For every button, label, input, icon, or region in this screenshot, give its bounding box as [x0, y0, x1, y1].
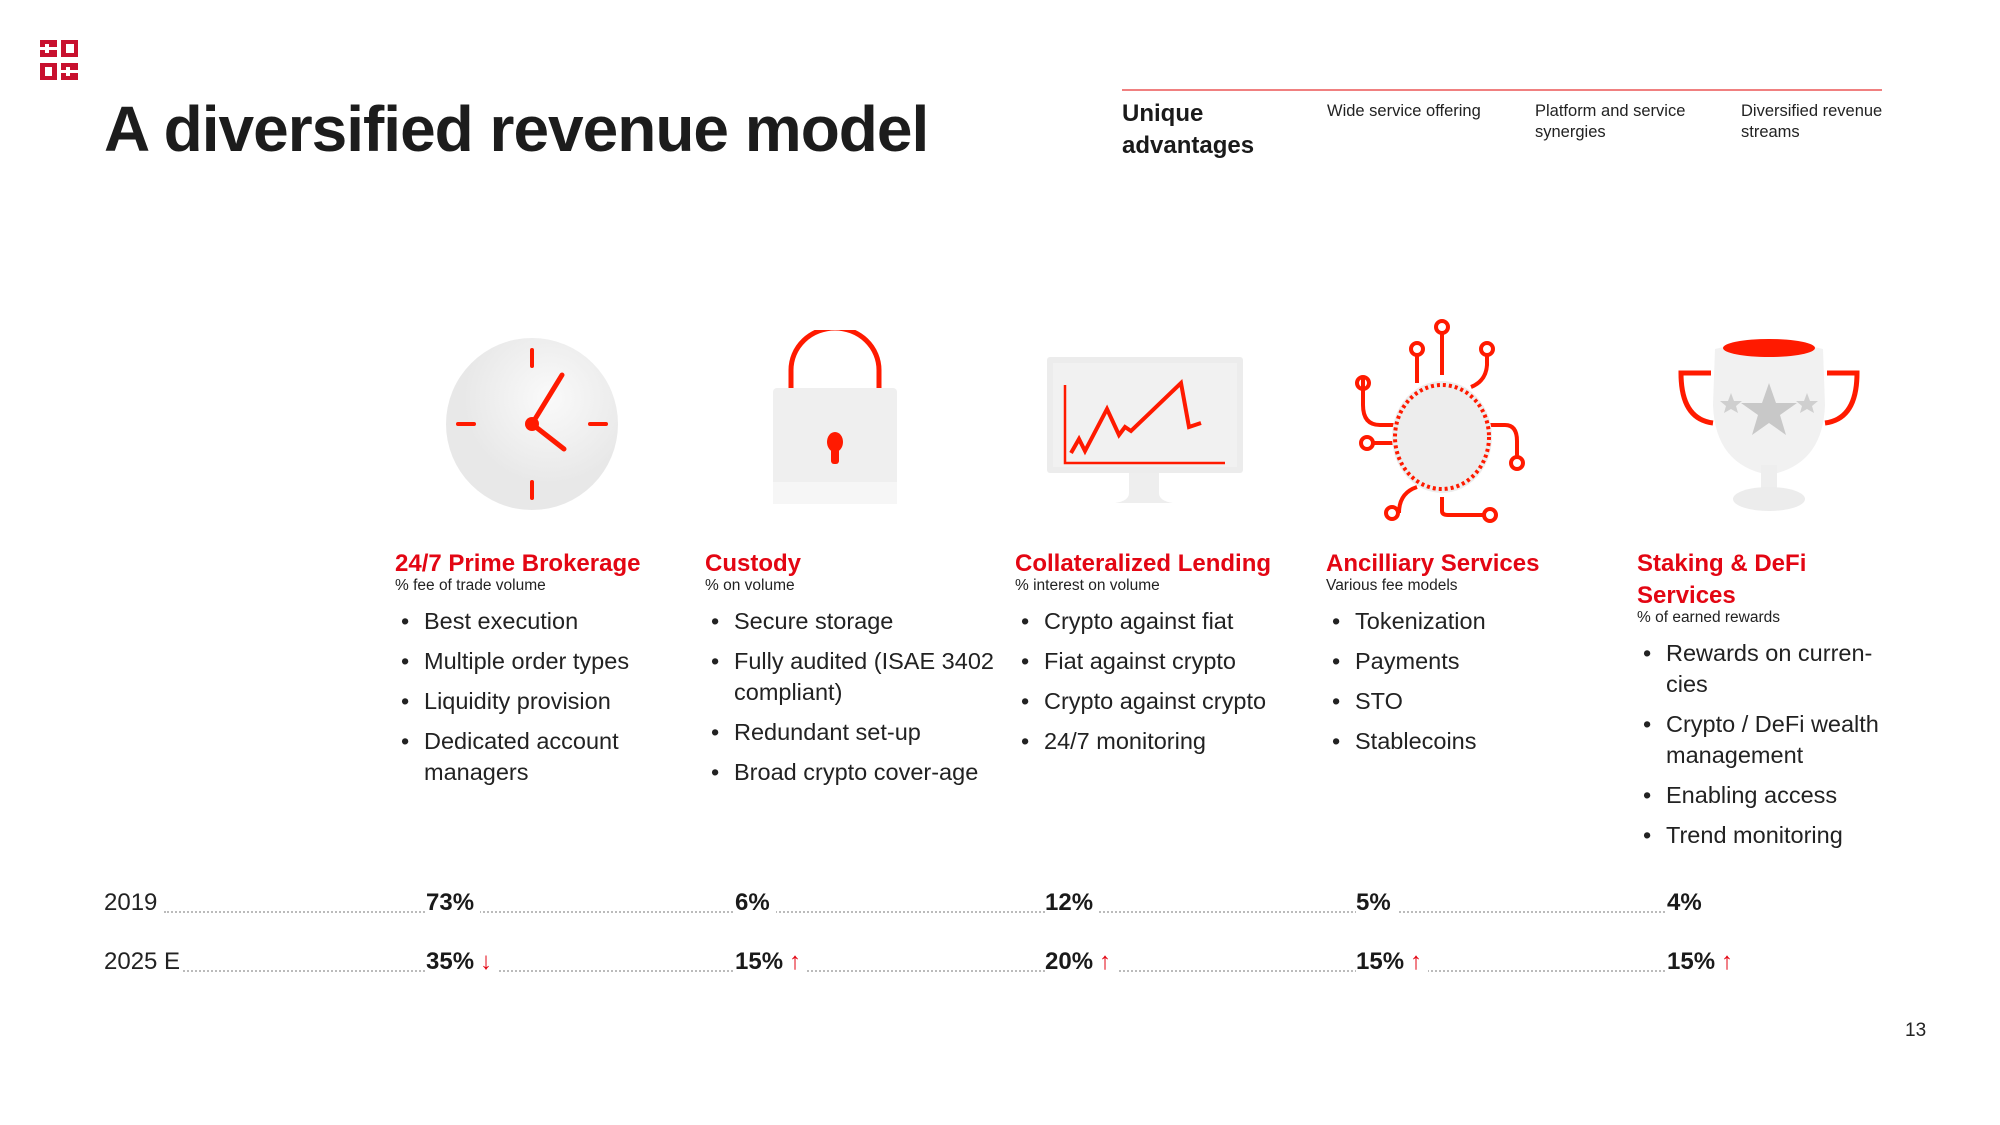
service-fee-model: % on volume — [705, 577, 795, 594]
service-bullets: Best execution Multiple order types Liqu… — [395, 606, 685, 788]
service-title: Custody — [705, 550, 801, 577]
row-value: 35% ↓ — [426, 946, 499, 978]
bullet-item: Rewards on curren-cies — [1637, 638, 1907, 700]
advantage-item: Platform and service synergies — [1535, 102, 1686, 141]
row-label: 2019 — [104, 887, 161, 919]
circuit-chip-icon — [1355, 319, 1525, 523]
dotted-leader — [164, 911, 1684, 913]
bullet-item: Stablecoins — [1326, 726, 1616, 757]
service-title: 24/7 Prime Brokerage — [395, 550, 641, 577]
page-title: A diversified revenue model — [104, 93, 929, 165]
value-text: 15% — [1667, 948, 1719, 975]
bullet-item: Secure storage — [705, 606, 995, 637]
advantage-item: Wide service offering — [1327, 102, 1481, 120]
bullet-item: Best execution — [395, 606, 685, 637]
service-title: Ancilliary Services — [1326, 550, 1540, 577]
bullet-item: Multiple order types — [395, 646, 685, 677]
bullet-item: Liquidity provision — [395, 686, 685, 717]
value-text: 12% — [1045, 889, 1097, 916]
row-value: 4% — [1667, 887, 1708, 919]
bullet-item: Fully audited (ISAE 3402 compliant) — [705, 646, 995, 708]
row-value: 6% — [735, 887, 776, 919]
trend-up-arrow-icon: ↑ — [1721, 948, 1737, 975]
row-value: 15% ↑ — [1667, 946, 1740, 978]
trend-up-arrow-icon: ↑ — [1410, 948, 1426, 975]
value-text: 35% — [426, 948, 478, 975]
service-bullets: Tokenization Payments STO Stablecoins — [1326, 606, 1616, 757]
bullet-item: Trend monitoring — [1637, 820, 1907, 851]
revenue-row-2019: 2019 73% 6% 12% 5% 4% — [104, 887, 1724, 921]
bullet-item: Redundant set-up — [705, 717, 995, 748]
row-label: 2025 E — [104, 946, 184, 978]
value-text: 6% — [735, 889, 773, 916]
trend-up-arrow-icon: ↑ — [1099, 948, 1115, 975]
service-column-staking: Staking & DeFi Services % of earned rewa… — [1637, 548, 1907, 860]
row-value: 20% ↑ — [1045, 946, 1118, 978]
clock-icon — [446, 338, 618, 510]
trend-up-arrow-icon: ↑ — [789, 948, 805, 975]
revenue-row-2025e: 2025 E 35% ↓ 15% ↑ 20% ↑ 15% ↑ 15% ↑ — [104, 946, 1740, 980]
service-fee-model: % fee of trade volume — [395, 577, 546, 594]
advantages-divider — [1122, 89, 1882, 91]
bullet-item: STO — [1326, 686, 1616, 717]
bullet-item: Fiat against crypto — [1015, 646, 1305, 677]
value-text: 73% — [426, 889, 478, 916]
advantages-heading: Unique advantages — [1122, 100, 1255, 159]
lock-icon — [773, 330, 897, 504]
row-value: 15% ↑ — [1356, 946, 1429, 978]
row-value: 5% — [1356, 887, 1397, 919]
bullet-item: Payments — [1326, 646, 1616, 677]
service-title: Staking & DeFi Services — [1637, 550, 1807, 609]
bullet-item: Crypto against fiat — [1015, 606, 1305, 637]
row-value: 12% — [1045, 887, 1100, 919]
trend-down-arrow-icon: ↓ — [480, 948, 496, 975]
bullet-item: Tokenization — [1326, 606, 1616, 637]
row-value: 15% ↑ — [735, 946, 808, 978]
bullet-item: Dedicated account managers — [395, 726, 685, 788]
bullet-item: Crypto against crypto — [1015, 686, 1305, 717]
service-column-ancilliary: Ancilliary Services Various fee models T… — [1326, 548, 1616, 766]
service-bullets: Rewards on curren-cies Crypto / DeFi wea… — [1637, 638, 1907, 851]
row-value: 73% — [426, 887, 481, 919]
service-bullets: Secure storage Fully audited (ISAE 3402 … — [705, 606, 995, 788]
value-text: 4% — [1667, 889, 1705, 916]
value-text: 15% — [735, 948, 787, 975]
bullet-item: Enabling access — [1637, 780, 1907, 811]
trophy-icon — [1678, 339, 1860, 511]
dotted-leader — [164, 970, 1684, 972]
company-logo — [40, 40, 78, 80]
page-number: 13 — [1905, 1020, 1927, 1041]
bullet-item: Crypto / DeFi wealth management — [1637, 709, 1907, 771]
service-column-lending: Collateralized Lending % interest on vol… — [1015, 548, 1305, 766]
value-text: 15% — [1356, 948, 1408, 975]
service-fee-model: % of earned rewards — [1637, 609, 1781, 626]
value-text: 20% — [1045, 948, 1097, 975]
service-title: Collateralized Lending — [1015, 550, 1272, 577]
bullet-item: 24/7 monitoring — [1015, 726, 1305, 757]
value-text: 5% — [1356, 889, 1394, 916]
bullet-item: Broad crypto cover-age — [705, 757, 995, 788]
service-bullets: Crypto against fiat Fiat against crypto … — [1015, 606, 1305, 757]
advantage-item: Diversified revenue streams — [1741, 102, 1883, 141]
chart-monitor-icon — [1047, 357, 1243, 503]
service-column-prime-brokerage: 24/7 Prime Brokerage % fee of trade volu… — [395, 548, 685, 797]
service-column-custody: Custody % on volume Secure storage Fully… — [705, 548, 995, 797]
